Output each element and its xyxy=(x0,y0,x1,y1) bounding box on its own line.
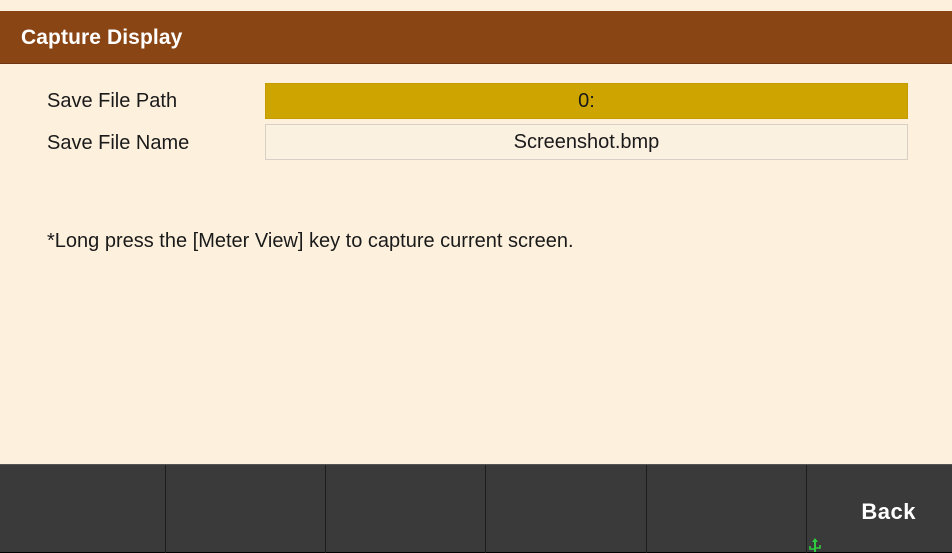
title-bar: Capture Display xyxy=(0,11,952,64)
usb-icon xyxy=(809,538,821,552)
softkey-3[interactable] xyxy=(326,465,486,553)
softkey-4[interactable] xyxy=(486,465,647,553)
softkey-1[interactable] xyxy=(0,465,166,553)
softkey-5[interactable] xyxy=(647,465,807,553)
back-softkey[interactable]: Back xyxy=(807,465,952,553)
top-margin xyxy=(0,0,952,11)
capture-display-screen: Capture Display Save File Path 0: Save F… xyxy=(0,0,952,553)
save-file-path-label: Save File Path xyxy=(47,90,178,112)
page-title: Capture Display xyxy=(21,26,183,49)
softkey-2[interactable] xyxy=(166,465,326,553)
save-file-name-field[interactable]: Screenshot.bmp xyxy=(265,124,908,160)
back-softkey-label: Back xyxy=(861,499,916,524)
save-file-name-label: Save File Name xyxy=(47,132,190,154)
save-file-path-field[interactable]: 0: xyxy=(265,83,908,119)
capture-instruction-note: *Long press the [Meter View] key to capt… xyxy=(47,230,574,252)
